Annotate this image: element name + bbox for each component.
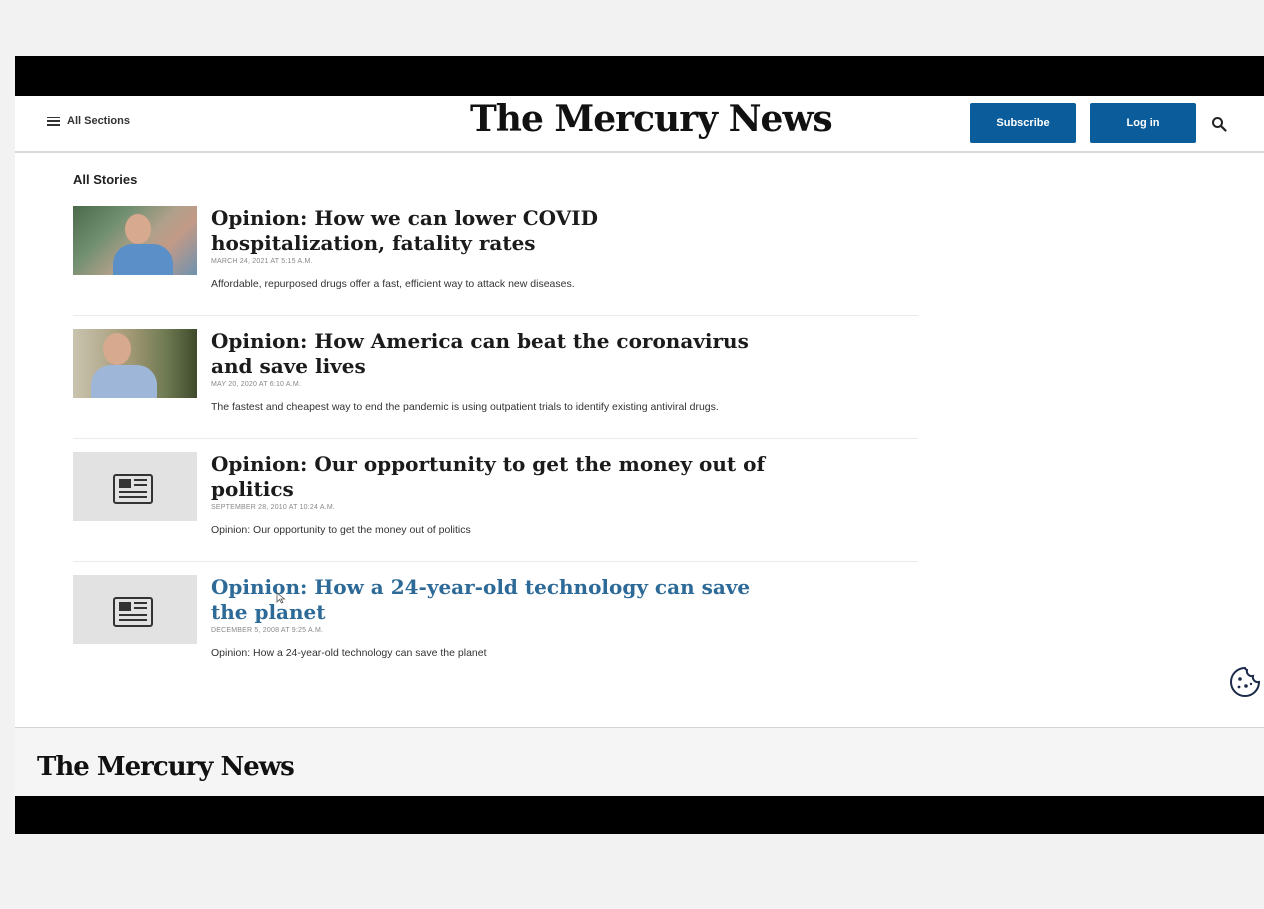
story-headline[interactable]: Opinion: How America can beat the corona… — [211, 329, 771, 379]
story-summary: Affordable, repurposed drugs offer a fas… — [211, 278, 575, 290]
story-item: Opinion: How a 24-year-old technology ca… — [73, 575, 918, 685]
story-headline[interactable]: Opinion: Our opportunity to get the mone… — [211, 452, 771, 502]
site-header: All Sections The Mercury News Subscribe … — [15, 96, 1264, 153]
story-date: DECEMBER 5, 2008 AT 9:25 A.M. — [211, 627, 324, 634]
story-date: MAY 20, 2020 AT 6:10 A.M. — [211, 381, 302, 388]
story-summary: Opinion: How a 24-year-old technology ca… — [211, 647, 487, 659]
story-thumbnail[interactable] — [73, 329, 197, 398]
story-summary: Opinion: Our opportunity to get the mone… — [211, 524, 471, 536]
mouse-cursor-icon — [276, 592, 286, 604]
newspaper-icon — [113, 474, 153, 504]
story-thumbnail[interactable] — [73, 575, 197, 644]
story-item: Opinion: Our opportunity to get the mone… — [73, 452, 918, 562]
site-footer: The Mercury News — [15, 727, 1264, 796]
story-thumbnail[interactable] — [73, 452, 197, 521]
story-date: MARCH 24, 2021 AT 5:15 A.M. — [211, 258, 313, 265]
all-sections-label[interactable]: All Sections — [67, 115, 130, 127]
letterbox-top — [15, 56, 1264, 96]
story-item: Opinion: How we can lower COVID hospital… — [73, 206, 918, 316]
story-headline[interactable]: Opinion: How a 24-year-old technology ca… — [211, 575, 771, 625]
story-headline[interactable]: Opinion: How we can lower COVID hospital… — [211, 206, 771, 256]
footer-logo[interactable]: The Mercury News — [37, 752, 295, 782]
story-thumbnail[interactable] — [73, 206, 197, 275]
person-photo — [113, 214, 183, 275]
cookie-icon[interactable] — [1228, 665, 1262, 699]
person-photo — [91, 333, 171, 398]
letterbox-bottom — [15, 796, 1264, 834]
all-sections-menu[interactable]: All Sections — [47, 115, 130, 127]
hamburger-icon[interactable] — [47, 116, 60, 126]
story-item: Opinion: How America can beat the corona… — [73, 329, 918, 439]
section-title: All Stories — [73, 172, 138, 187]
login-button[interactable]: Log in — [1090, 103, 1196, 143]
page-frame: All Sections The Mercury News Subscribe … — [15, 56, 1264, 834]
search-icon[interactable] — [1211, 116, 1227, 132]
story-summary: The fastest and cheapest way to end the … — [211, 401, 719, 413]
story-date: SEPTEMBER 28, 2010 AT 10:24 A.M. — [211, 504, 336, 511]
subscribe-button[interactable]: Subscribe — [970, 103, 1076, 143]
newspaper-icon — [113, 597, 153, 627]
site-logo[interactable]: The Mercury News — [470, 98, 833, 140]
